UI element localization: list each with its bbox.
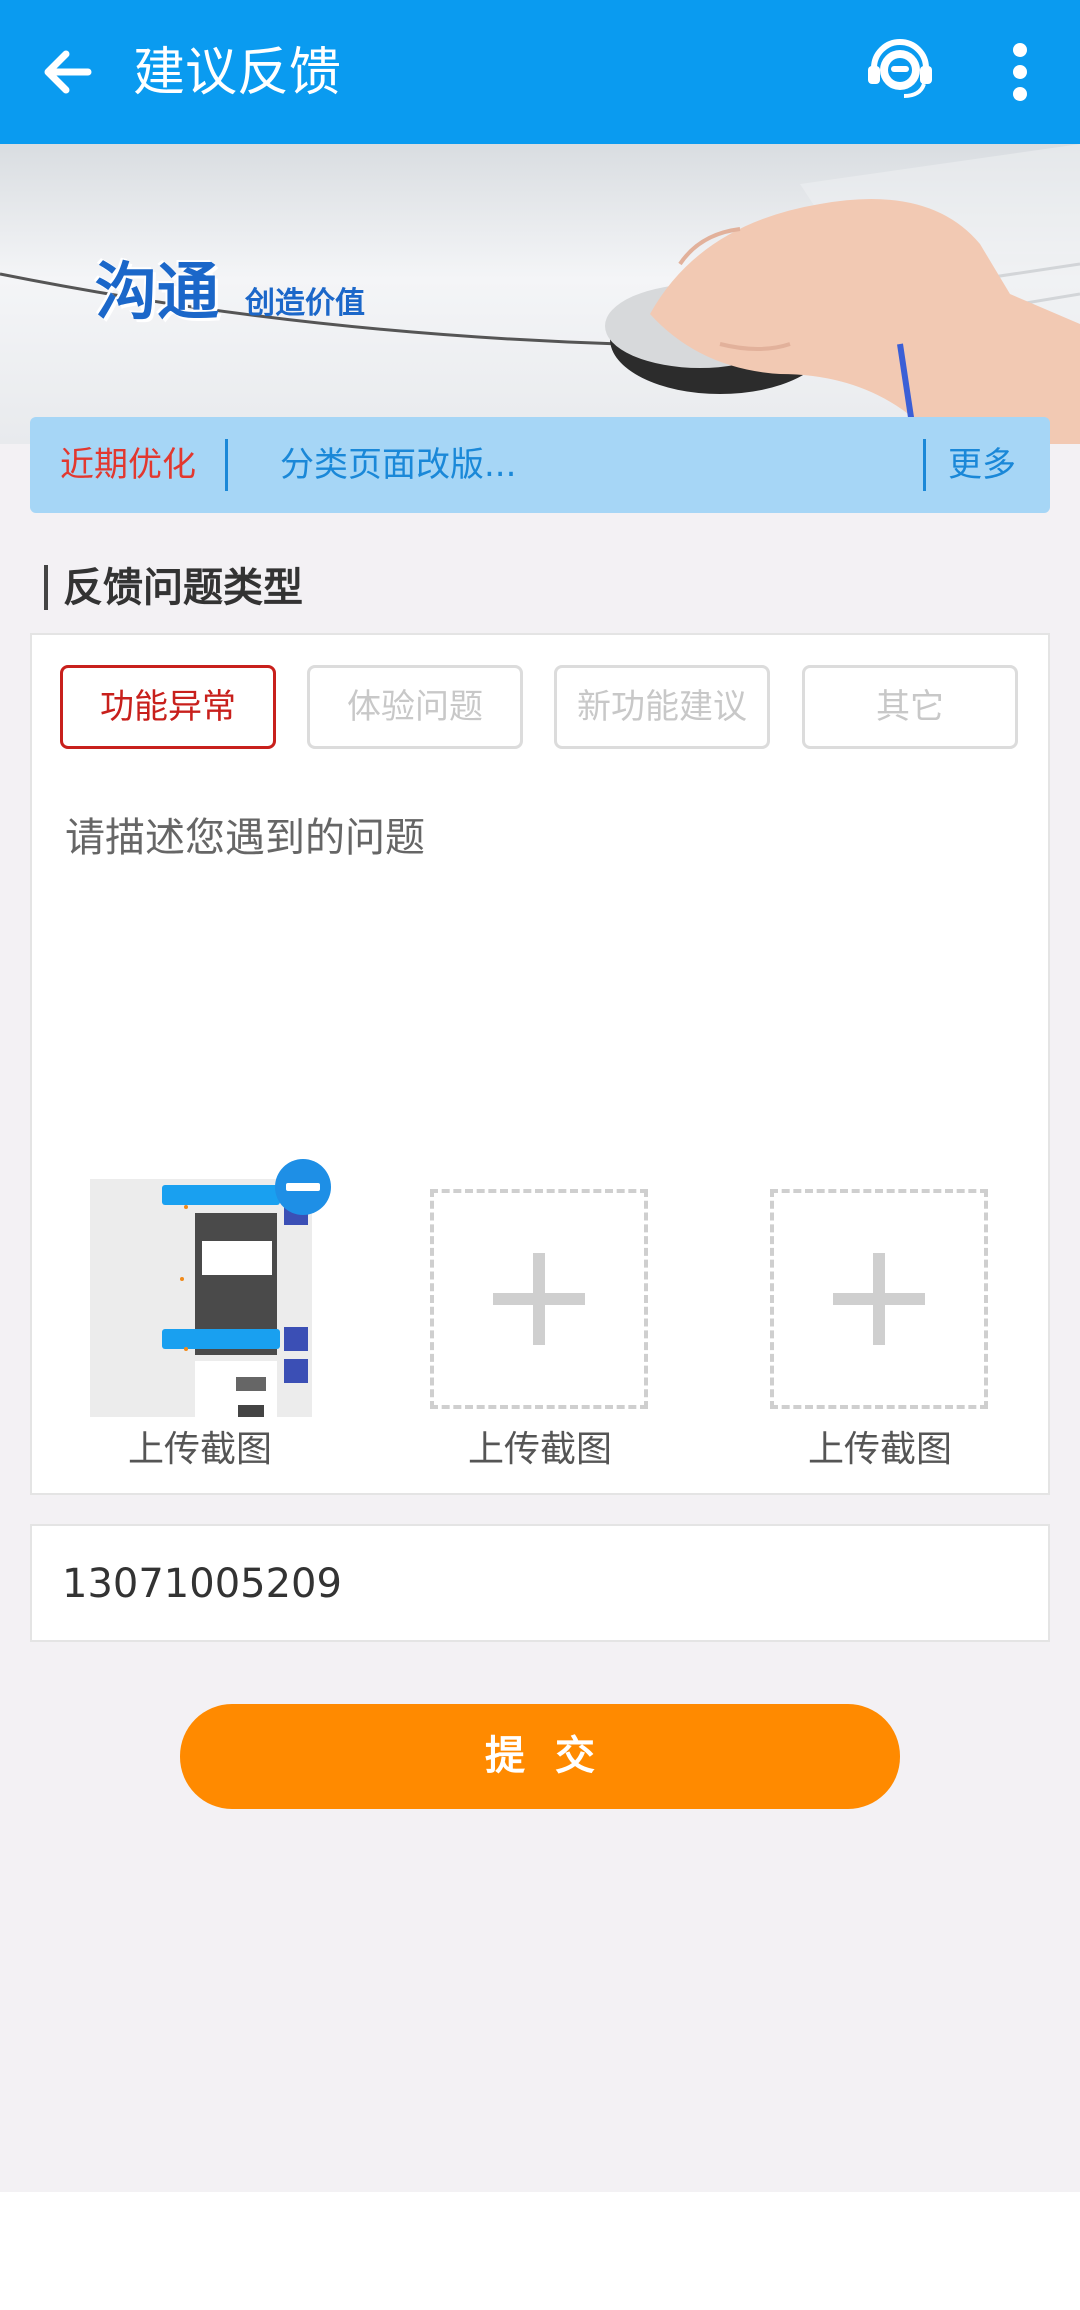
banner[interactable]: 沟通 创造价值 bbox=[0, 144, 1080, 444]
notice-divider bbox=[225, 439, 228, 491]
notice-more-link[interactable]: 更多 bbox=[948, 441, 1016, 489]
back-arrow-icon[interactable] bbox=[30, 32, 110, 112]
page-title: 建议反馈 bbox=[133, 43, 342, 103]
notice-label: 近期优化 bbox=[60, 445, 196, 485]
notice-bar[interactable]: 近期优化 分类页面改版... 更多 bbox=[30, 417, 1050, 513]
banner-title: 沟通 bbox=[95, 255, 220, 328]
description-input[interactable]: 请描述您遇到的问题 bbox=[65, 810, 425, 866]
feedback-screen: 建议反馈 沟通 创造价值 近期优化 分类页面改版... 更多 反馈问题类型 功能… bbox=[0, 0, 1080, 2192]
add-image-slot[interactable] bbox=[770, 1189, 988, 1409]
submit-button[interactable]: 提交 bbox=[180, 1704, 900, 1809]
app-bar: 建议反馈 bbox=[0, 0, 1080, 144]
phone-field[interactable]: 13071005209 bbox=[30, 1524, 1050, 1642]
add-image-slot[interactable] bbox=[430, 1189, 648, 1409]
phone-value: 13071005209 bbox=[62, 1561, 342, 1607]
notice-text[interactable]: 分类页面改版... bbox=[280, 441, 516, 489]
screenshot-thumbnail bbox=[90, 1179, 312, 1417]
feedback-card: 功能异常 体验问题 新功能建议 其它 请描述您遇到的问题 上传截图 上传截图 上… bbox=[30, 633, 1050, 1495]
more-vertical-icon[interactable] bbox=[985, 32, 1055, 112]
type-chip-new-feature[interactable]: 新功能建议 bbox=[554, 665, 770, 749]
type-chip-other[interactable]: 其它 bbox=[802, 665, 1018, 749]
remove-image-icon[interactable] bbox=[275, 1159, 331, 1215]
section-title: 反馈问题类型 bbox=[63, 565, 303, 611]
banner-subtitle: 创造价值 bbox=[245, 286, 365, 321]
type-chip-experience[interactable]: 体验问题 bbox=[307, 665, 523, 749]
customer-service-icon[interactable] bbox=[860, 32, 940, 112]
upload-label: 上传截图 bbox=[807, 1429, 952, 1470]
upload-thumbnail[interactable] bbox=[90, 1159, 331, 1417]
type-chip-function-error[interactable]: 功能异常 bbox=[60, 665, 276, 749]
section-marker bbox=[44, 565, 48, 610]
upload-label: 上传截图 bbox=[127, 1429, 272, 1470]
notice-divider bbox=[923, 439, 926, 491]
upload-label: 上传截图 bbox=[467, 1429, 612, 1470]
